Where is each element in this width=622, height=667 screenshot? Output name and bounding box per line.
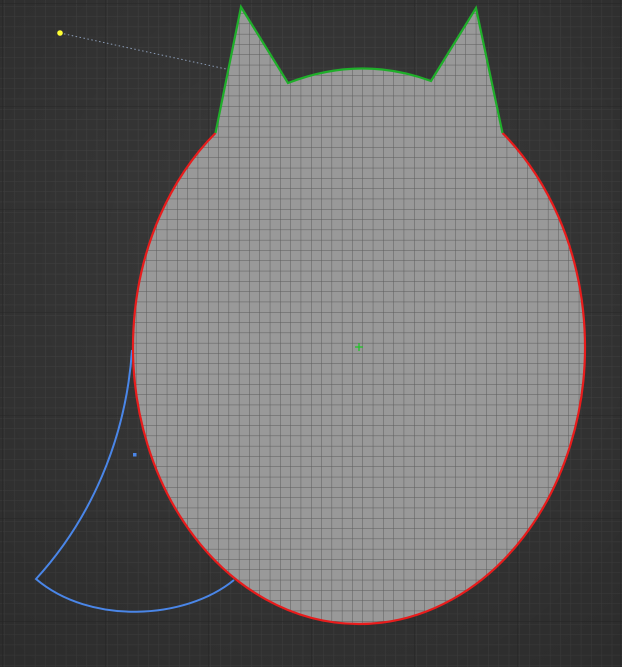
canvas-viewport[interactable]	[0, 0, 622, 667]
light-point-icon[interactable]	[56, 29, 64, 37]
pivot-dot-icon[interactable]	[133, 453, 137, 457]
scene-svg[interactable]	[0, 0, 622, 667]
